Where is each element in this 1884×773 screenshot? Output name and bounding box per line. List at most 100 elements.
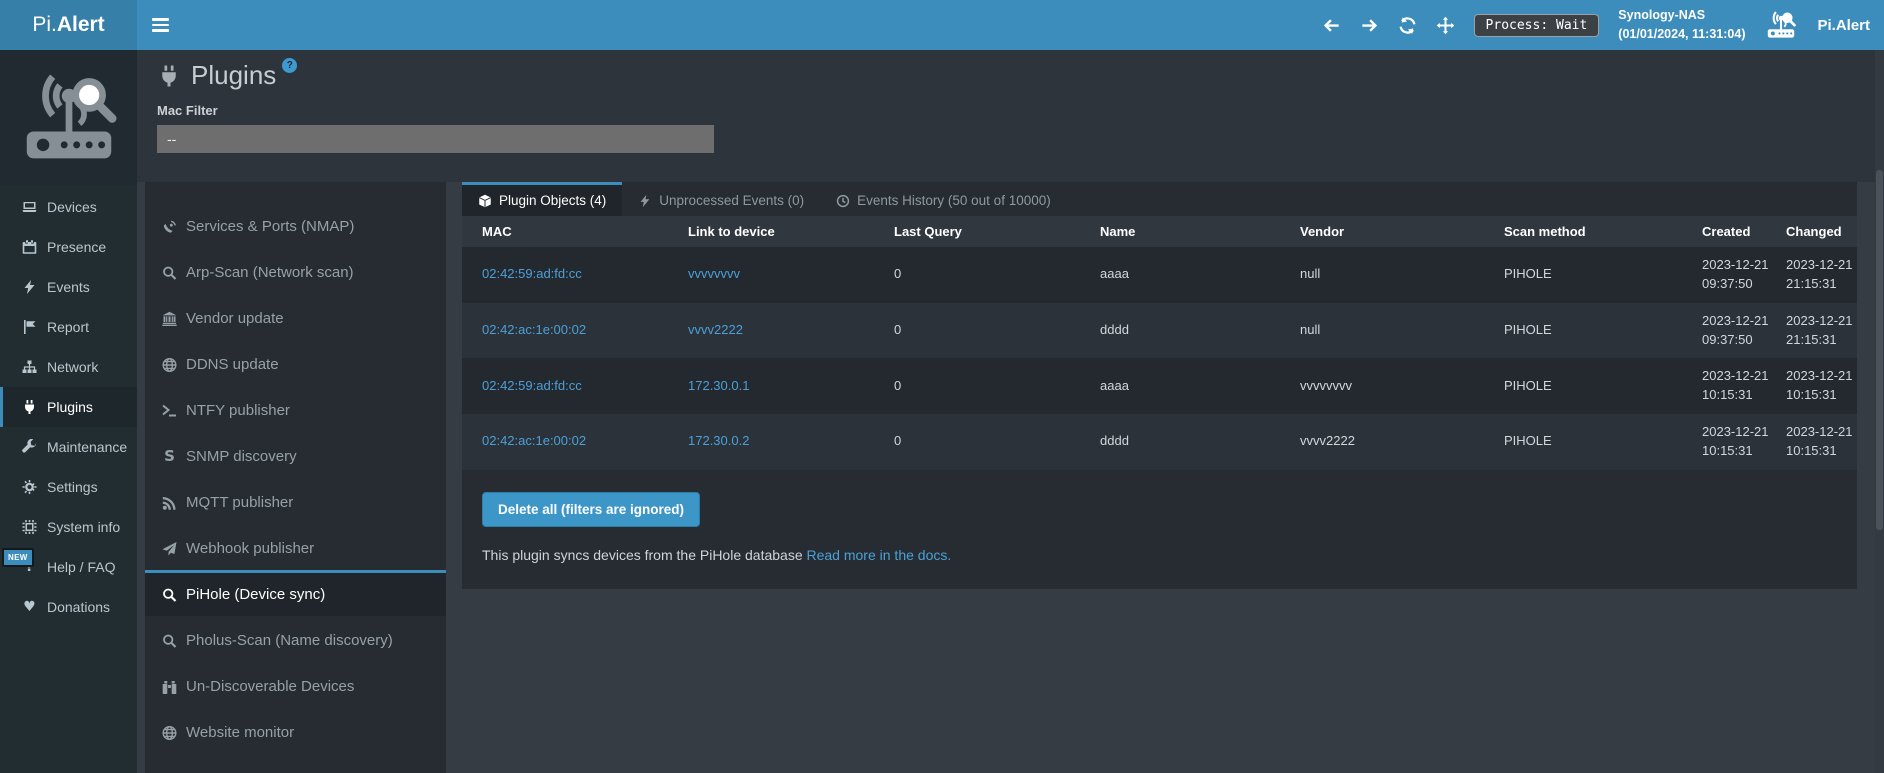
col-header-mac: MAC — [462, 216, 668, 247]
plugin-nav-label: Arp-Scan (Network scan) — [186, 264, 354, 281]
plugin-nav-label: SNMP discovery — [186, 448, 297, 465]
plugin-nav-item-webhook[interactable]: Webhook publisher — [145, 524, 446, 570]
plugin-nav-item-nmap[interactable]: Services & Ports (NMAP) — [145, 202, 446, 248]
mac-link[interactable]: 02:42:59:ad:fd:cc — [482, 378, 582, 393]
content-header: Plugins ? Mac Filter — [137, 50, 1884, 182]
sidebar-item-system-info[interactable]: System info — [0, 507, 137, 547]
search-icon — [161, 633, 178, 649]
nav-back-arrow-icon[interactable] — [1322, 16, 1341, 35]
plugin-nav-label: DDNS update — [186, 356, 279, 373]
mac-link[interactable]: 02:42:ac:1e:00:02 — [482, 322, 586, 337]
plugin-description-text: This plugin syncs devices from the PiHol… — [482, 547, 803, 563]
tab-label: Events History (50 out of 10000) — [857, 193, 1051, 208]
changed-cell: 2023-12-21 21:15:31 — [1772, 247, 1857, 303]
mac-link[interactable]: 02:42:ac:1e:00:02 — [482, 433, 586, 448]
app-logo[interactable]: Pi.Alert — [0, 0, 137, 50]
plugin-nav-item-arpscan[interactable]: Arp-Scan (Network scan) — [145, 248, 446, 294]
docs-link[interactable]: Read more in the docs. — [807, 547, 952, 563]
mac-filter-label: Mac Filter — [157, 103, 1884, 118]
terminal-icon — [161, 403, 178, 419]
sidebar-item-maintenance[interactable]: Maintenance — [0, 427, 137, 467]
tab-unprocessed-events[interactable]: Unprocessed Events (0) — [622, 182, 820, 216]
tab-plugin-objects[interactable]: Plugin Objects (4) — [462, 182, 622, 216]
last-query-cell: 0 — [874, 247, 1080, 303]
plugin-nav-label: Services & Ports (NMAP) — [186, 218, 354, 235]
mac-link[interactable]: 02:42:59:ad:fd:cc — [482, 266, 582, 281]
sidebar-item-devices[interactable]: Devices — [0, 187, 137, 227]
plugin-nav-item-pholus[interactable]: Pholus-Scan (Name discovery) — [145, 616, 446, 662]
sidebar-item-label: Events — [47, 279, 90, 295]
plugin-nav-item-pihole[interactable]: PiHole (Device sync) — [145, 570, 446, 616]
plugin-objects-table: MAC Link to device Last Query Name Vendo… — [462, 216, 1857, 470]
sidebar-item-network[interactable]: Network — [0, 347, 137, 387]
plugin-nav-item-undiscoverable[interactable]: Un-Discoverable Devices — [145, 662, 446, 708]
plugin-description: This plugin syncs devices from the PiHol… — [482, 547, 1857, 563]
snmp-letter-icon: S — [161, 449, 178, 465]
brand-bold: Alert — [57, 13, 105, 37]
sidebar-item-plugins[interactable]: Plugins — [0, 387, 137, 427]
rss-icon — [161, 495, 178, 511]
plug-icon — [157, 64, 181, 88]
sidebar-item-settings[interactable]: Settings — [0, 467, 137, 507]
device-link[interactable]: vvvvvvvv — [688, 266, 740, 281]
plugin-nav-item-mqtt[interactable]: MQTT publisher — [145, 478, 446, 524]
scrollbar-thumb[interactable] — [1876, 170, 1883, 530]
move-icon[interactable] — [1436, 16, 1455, 35]
col-header-vendor: Vendor — [1280, 216, 1484, 247]
plugin-nav-item-ntfy[interactable]: NTFY publisher — [145, 386, 446, 432]
name-cell: dddd — [1080, 303, 1280, 359]
mac-filter-input[interactable] — [157, 125, 714, 153]
router-logo-icon — [1764, 10, 1798, 40]
sidebar-item-label: Plugins — [47, 399, 93, 415]
col-header-created: Created — [1688, 216, 1772, 247]
sidebar-menu: Devices Presence Events Report Network P… — [0, 185, 137, 627]
sidebar-item-events[interactable]: Events — [0, 267, 137, 307]
name-cell: aaaa — [1080, 358, 1280, 414]
help-badge[interactable]: ? — [282, 58, 297, 73]
last-query-cell: 0 — [874, 414, 1080, 470]
sidebar-item-label: Presence — [47, 239, 106, 255]
device-link[interactable]: 172.30.0.2 — [688, 433, 749, 448]
microchip-icon — [21, 519, 38, 535]
device-link[interactable]: vvvv2222 — [688, 322, 743, 337]
col-header-last-query: Last Query — [874, 216, 1080, 247]
plugin-nav-label: PiHole (Device sync) — [186, 586, 325, 603]
navbar-right-cluster: Process: Wait Synology-NAS (01/01/2024, … — [1322, 6, 1884, 45]
scan-method-cell: PIHOLE — [1484, 414, 1688, 470]
last-query-cell: 0 — [874, 358, 1080, 414]
tab-bar: Plugin Objects (4) Unprocessed Events (0… — [462, 182, 1857, 216]
sidebar-item-label: Donations — [47, 599, 110, 615]
plugin-nav: Services & Ports (NMAP) Arp-Scan (Networ… — [145, 182, 446, 773]
sidebar-toggle-button[interactable] — [137, 0, 183, 50]
brand-prefix: Pi. — [32, 13, 57, 37]
sidebar-item-donations[interactable]: ♥ Donations — [0, 587, 137, 627]
vendor-cell: vvvv2222 — [1280, 414, 1484, 470]
changed-cell: 2023-12-21 21:15:31 — [1772, 303, 1857, 359]
sidebar-item-report[interactable]: Report — [0, 307, 137, 347]
sidebar-item-label: Network — [47, 359, 98, 375]
delete-all-button[interactable]: Delete all (filters are ignored) — [482, 492, 700, 527]
tab-events-history[interactable]: Events History (50 out of 10000) — [820, 182, 1067, 216]
heart-icon: ♥ — [21, 599, 38, 615]
navbar-main: Process: Wait Synology-NAS (01/01/2024, … — [137, 0, 1884, 50]
laptop-icon — [21, 199, 38, 215]
flag-icon — [21, 319, 38, 335]
plugin-nav-item-website-monitor[interactable]: Website monitor — [145, 708, 446, 754]
device-link[interactable]: 172.30.0.1 — [688, 378, 749, 393]
vendor-cell: null — [1280, 247, 1484, 303]
refresh-icon[interactable] — [1398, 16, 1417, 35]
bank-icon — [161, 311, 178, 327]
nav-forward-arrow-icon[interactable] — [1360, 16, 1379, 35]
process-status-badge: Process: Wait — [1474, 14, 1600, 37]
scan-method-cell: PIHOLE — [1484, 303, 1688, 359]
sidebar-item-presence[interactable]: Presence — [0, 227, 137, 267]
plugin-nav-item-ddns[interactable]: DDNS update — [145, 340, 446, 386]
gear-icon — [21, 479, 38, 495]
plugin-nav-item-snmp[interactable]: S SNMP discovery — [145, 432, 446, 478]
vendor-cell: null — [1280, 303, 1484, 359]
bolt-icon — [21, 279, 38, 295]
search-icon — [161, 265, 178, 281]
created-cell: 2023-12-21 09:37:50 — [1688, 303, 1772, 359]
plugin-nav-item-vendor-update[interactable]: Vendor update — [145, 294, 446, 340]
page-title: Plugins — [191, 60, 276, 91]
